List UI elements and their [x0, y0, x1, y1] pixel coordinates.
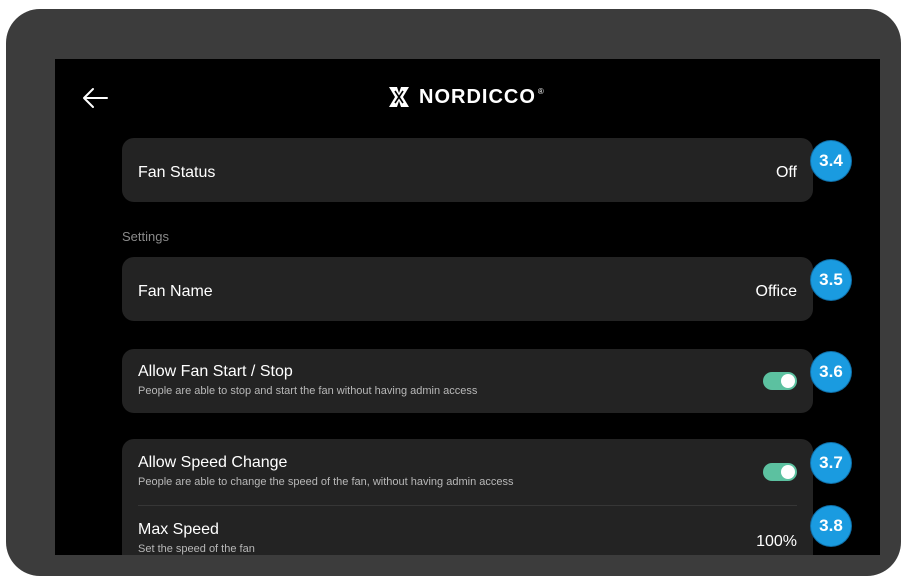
allow-speed-change-row: Allow Speed Change People are able to ch… — [138, 439, 797, 505]
annotation-badge: 3.7 — [811, 443, 851, 483]
allow-start-stop-label: Allow Fan Start / Stop — [138, 363, 293, 380]
arrow-left-icon[interactable] — [81, 86, 109, 110]
allow-speed-change-label: Allow Speed Change — [138, 454, 288, 471]
toggle-knob — [781, 465, 795, 479]
fan-name-value: Office — [755, 283, 798, 300]
allow-speed-change-toggle[interactable] — [763, 463, 797, 481]
max-speed-label: Max Speed — [138, 521, 219, 538]
max-speed-row[interactable]: Max Speed Set the speed of the fan 100% — [138, 506, 797, 555]
registered-mark: ® — [537, 86, 544, 96]
max-speed-description: Set the speed of the fan — [138, 543, 255, 555]
annotation-badge: 3.4 — [811, 141, 851, 181]
allow-speed-change-description: People are able to change the speed of t… — [138, 476, 514, 488]
settings-section-label: Settings — [122, 229, 169, 244]
max-speed-value: 100% — [756, 533, 797, 550]
fan-status-card[interactable]: Fan Status Off — [122, 138, 813, 202]
toggle-knob — [781, 374, 795, 388]
allow-start-stop-card: Allow Fan Start / Stop People are able t… — [122, 349, 813, 413]
speed-settings-card: Allow Speed Change People are able to ch… — [122, 439, 813, 555]
annotation-badge: 3.6 — [811, 352, 851, 392]
allow-start-stop-toggle[interactable] — [763, 372, 797, 390]
device-bezel: NORDICCO ® Fan Status Off Settings Fan N… — [6, 9, 901, 576]
fan-name-card[interactable]: Fan Name Office — [122, 257, 813, 321]
app-screen: NORDICCO ® Fan Status Off Settings Fan N… — [55, 59, 880, 555]
fan-status-label: Fan Status — [138, 164, 216, 181]
allow-start-stop-description: People are able to stop and start the fa… — [138, 385, 478, 397]
fan-status-value: Off — [775, 164, 797, 181]
nordicco-logo-icon — [389, 87, 409, 107]
annotation-badge: 3.5 — [811, 260, 851, 300]
brand-logo: NORDICCO ® — [387, 85, 544, 109]
fan-name-label: Fan Name — [138, 283, 213, 300]
annotation-badge: 3.8 — [811, 506, 851, 546]
brand-name: NORDICCO — [419, 85, 536, 108]
